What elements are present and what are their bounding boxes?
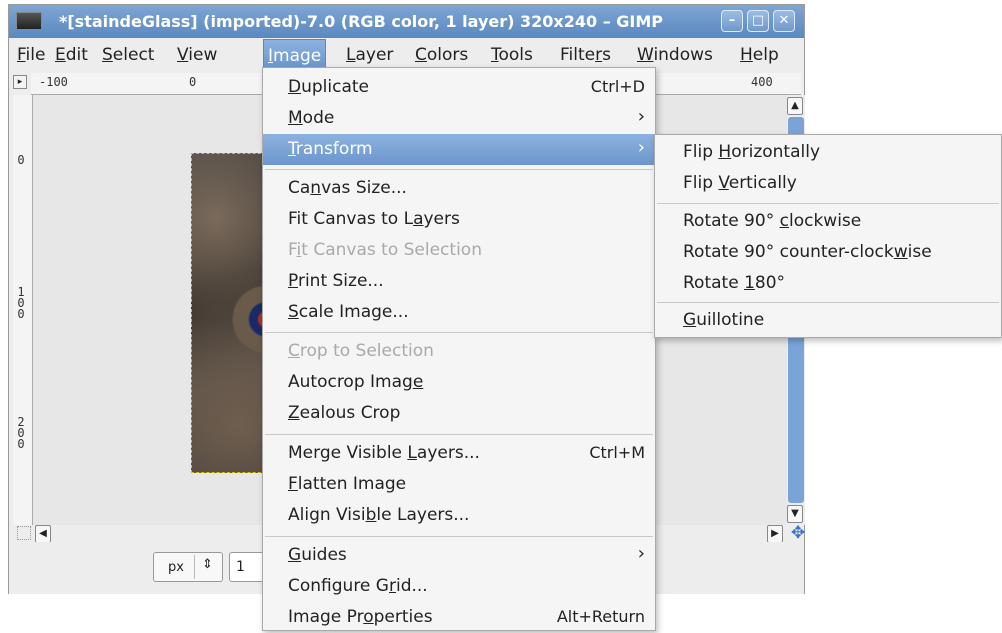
minimize-button[interactable]: – — [721, 10, 743, 32]
menu-item-transform[interactable]: Transform › — [263, 134, 655, 165]
menu-item-flip-horizontally[interactable]: Flip Horizontally — [655, 137, 1001, 168]
menu-separator — [657, 203, 999, 204]
menu-help[interactable]: Help — [740, 45, 779, 65]
menu-arrow-button[interactable]: ▸ — [13, 75, 27, 89]
scroll-down-icon[interactable]: ▼ — [787, 505, 803, 523]
menu-colors[interactable]: Colors — [415, 45, 468, 65]
menu-edit[interactable]: Edit — [55, 45, 88, 65]
scroll-left-icon[interactable]: ◀ — [35, 525, 51, 543]
menu-item-rotate-180[interactable]: Rotate 180° — [655, 268, 1001, 299]
menu-item-print-size[interactable]: Print Size... — [263, 266, 655, 297]
menu-item-mode[interactable]: Mode › — [263, 103, 655, 134]
menu-item-merge-visible-layers[interactable]: Merge Visible Layers... Ctrl+M — [263, 438, 655, 469]
menu-item-fit-canvas-to-selection: Fit Canvas to Selection — [288, 240, 482, 260]
title-bar[interactable]: *[staindeGlass] (imported)-7.0 (RGB colo… — [9, 5, 804, 38]
scroll-up-icon[interactable]: ▲ — [787, 97, 803, 115]
navigate-icon[interactable]: ✥ — [789, 524, 807, 542]
menu-item-flip-vertically[interactable]: Flip Vertically — [655, 168, 1001, 199]
menu-file[interactable]: File — [17, 45, 45, 65]
menu-item-crop-to-selection: Crop to Selection — [288, 341, 434, 361]
shortcut-label: Ctrl+D — [590, 77, 645, 96]
ruler-label: 100 — [17, 285, 25, 321]
combo-divider — [194, 555, 195, 579]
menu-image[interactable]: Image — [263, 39, 327, 69]
menu-item-align-visible-layers[interactable]: Align Visible Layers... — [263, 500, 655, 531]
shortcut-label: Ctrl+M — [589, 443, 645, 462]
menu-item-autocrop-image[interactable]: Autocrop Image — [263, 367, 655, 398]
menu-separator — [265, 536, 653, 537]
menu-item-rotate-90-cw[interactable]: Rotate 90° clockwise — [655, 206, 1001, 237]
menu-item-guides[interactable]: Guides › — [263, 540, 655, 571]
chevron-right-icon: › — [637, 137, 645, 158]
shortcut-label: Alt+Return — [556, 607, 645, 626]
zoom-value: 1 — [236, 559, 245, 575]
menu-item-configure-grid[interactable]: Configure Grid... — [263, 571, 655, 602]
menu-filters[interactable]: Filters — [560, 45, 611, 65]
updown-icon: ⇕ — [202, 557, 213, 572]
image-layer[interactable] — [191, 153, 271, 473]
menu-windows[interactable]: Windows — [637, 45, 713, 65]
menu-separator — [265, 332, 653, 333]
ruler-label: -100 — [39, 75, 68, 89]
menu-item-flatten-image[interactable]: Flatten Image — [263, 469, 655, 500]
unit-select[interactable]: px ⇕ — [153, 552, 223, 582]
menu-bar: File Edit Select View Image Layer Colors… — [9, 38, 804, 70]
menu-separator — [657, 302, 999, 303]
menu-item-image-properties[interactable]: Image Properties Alt+Return — [263, 602, 655, 633]
chevron-right-icon: › — [637, 543, 645, 564]
maximize-button[interactable]: □ — [747, 10, 769, 32]
menu-tools[interactable]: Tools — [491, 45, 533, 65]
menu-item-fit-canvas-to-layers[interactable]: Fit Canvas to Layers — [263, 204, 655, 235]
ruler-label: 200 — [17, 415, 25, 451]
transform-submenu: Flip Horizontally Flip Vertically Rotate… — [654, 134, 1002, 338]
ruler-label: 0 — [189, 75, 197, 89]
quick-mask-icon[interactable] — [17, 526, 31, 540]
app-icon[interactable] — [16, 12, 42, 30]
menu-item-rotate-90-ccw[interactable]: Rotate 90° counter-clockwise — [655, 237, 1001, 268]
image-menu: Duplicate Ctrl+D Mode › Transform › Canvas … — [262, 67, 656, 631]
menu-layer[interactable]: Layer — [346, 45, 393, 65]
unit-value: px — [168, 560, 184, 575]
window-title: *[staindeGlass] (imported)-7.0 (RGB colo… — [59, 12, 664, 31]
menu-separator — [265, 169, 653, 170]
chevron-right-icon: › — [637, 106, 645, 127]
menu-view[interactable]: View — [177, 45, 217, 65]
ruler-label: 0 — [17, 153, 25, 167]
vertical-ruler[interactable]: 0 100 200 — [13, 95, 33, 525]
ruler-label: 400 — [751, 75, 773, 89]
menu-item-guillotine[interactable]: Guillotine — [655, 305, 1001, 336]
menu-item-duplicate[interactable]: Duplicate Ctrl+D — [263, 72, 655, 103]
close-button[interactable]: ✕ — [773, 10, 795, 32]
menu-item-zealous-crop[interactable]: Zealous Crop — [263, 398, 655, 429]
scroll-right-icon[interactable]: ▶ — [767, 525, 783, 543]
menu-item-scale-image[interactable]: Scale Image... — [263, 297, 655, 328]
menu-select[interactable]: Select — [102, 45, 154, 65]
menu-item-canvas-size[interactable]: Canvas Size... — [263, 173, 655, 204]
menu-separator — [265, 434, 653, 435]
